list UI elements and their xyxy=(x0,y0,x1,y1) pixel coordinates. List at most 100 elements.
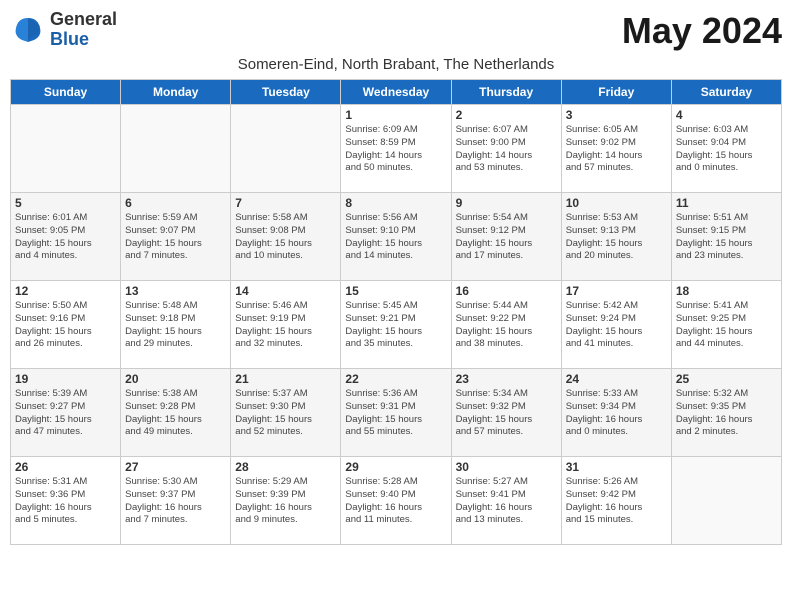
calendar-table: SundayMondayTuesdayWednesdayThursdayFrid… xyxy=(10,79,782,545)
day-number: 22 xyxy=(345,372,446,386)
calendar-day-cell: 10 Sunrise: 5:53 AM Sunset: 9:13 PM Dayli… xyxy=(561,193,671,281)
day-number: 12 xyxy=(15,284,116,298)
day-number: 10 xyxy=(566,196,667,210)
calendar-day-header: Saturday xyxy=(671,80,781,105)
day-number: 23 xyxy=(456,372,557,386)
day-info: Sunrise: 5:27 AM Sunset: 9:41 PM Dayligh… xyxy=(456,476,557,527)
day-number: 17 xyxy=(566,284,667,298)
calendar-day-cell: 28 Sunrise: 5:29 AM Sunset: 9:39 PM Dayli… xyxy=(231,457,341,545)
day-number: 14 xyxy=(235,284,336,298)
calendar-day-cell: 31 Sunrise: 5:26 AM Sunset: 9:42 PM Dayli… xyxy=(561,457,671,545)
calendar-day-cell: 27 Sunrise: 5:30 AM Sunset: 9:37 PM Dayli… xyxy=(121,457,231,545)
calendar-day-cell: 18Sunrise: 5:41 AM Sunset: 9:25 PM Dayli… xyxy=(671,281,781,369)
calendar-day-cell: 7 Sunrise: 5:58 AM Sunset: 9:08 PM Daylig… xyxy=(231,193,341,281)
day-number: 16 xyxy=(456,284,557,298)
day-number: 21 xyxy=(235,372,336,386)
calendar-day-cell: 12Sunrise: 5:50 AM Sunset: 9:16 PM Dayli… xyxy=(11,281,121,369)
day-number: 25 xyxy=(676,372,777,386)
calendar-day-cell: 22 Sunrise: 5:36 AM Sunset: 9:31 PM Dayli… xyxy=(341,369,451,457)
day-number: 2 xyxy=(456,108,557,122)
day-number: 24 xyxy=(566,372,667,386)
day-info: Sunrise: 5:46 AM Sunset: 9:19 PM Dayligh… xyxy=(235,300,336,351)
month-title: May 2024 xyxy=(622,10,782,52)
day-number: 27 xyxy=(125,460,226,474)
day-info: Sunrise: 5:38 AM Sunset: 9:28 PM Dayligh… xyxy=(125,388,226,439)
day-info: Sunrise: 5:29 AM Sunset: 9:39 PM Dayligh… xyxy=(235,476,336,527)
day-info: Sunrise: 5:30 AM Sunset: 9:37 PM Dayligh… xyxy=(125,476,226,527)
day-number: 28 xyxy=(235,460,336,474)
day-number: 30 xyxy=(456,460,557,474)
calendar-week-row: 12Sunrise: 5:50 AM Sunset: 9:16 PM Dayli… xyxy=(11,281,782,369)
day-number: 15 xyxy=(345,284,446,298)
calendar-day-cell: 1 Sunrise: 6:09 AM Sunset: 8:59 PM Daylig… xyxy=(341,105,451,193)
day-number: 29 xyxy=(345,460,446,474)
calendar-day-cell xyxy=(671,457,781,545)
calendar-day-cell: 11Sunrise: 5:51 AM Sunset: 9:15 PM Dayli… xyxy=(671,193,781,281)
day-info: Sunrise: 5:31 AM Sunset: 9:36 PM Dayligh… xyxy=(15,476,116,527)
day-info: Sunrise: 5:44 AM Sunset: 9:22 PM Dayligh… xyxy=(456,300,557,351)
calendar-week-row: 1 Sunrise: 6:09 AM Sunset: 8:59 PM Daylig… xyxy=(11,105,782,193)
calendar-day-cell xyxy=(231,105,341,193)
day-info: Sunrise: 5:37 AM Sunset: 9:30 PM Dayligh… xyxy=(235,388,336,439)
calendar-day-cell: 19 Sunrise: 5:39 AM Sunset: 9:27 PM Dayli… xyxy=(11,369,121,457)
day-number: 20 xyxy=(125,372,226,386)
calendar-day-cell: 20 Sunrise: 5:38 AM Sunset: 9:28 PM Dayli… xyxy=(121,369,231,457)
day-info: Sunrise: 6:03 AM Sunset: 9:04 PM Dayligh… xyxy=(676,124,777,175)
day-info: Sunrise: 5:45 AM Sunset: 9:21 PM Dayligh… xyxy=(345,300,446,351)
logo-general-text: General xyxy=(50,9,117,29)
day-number: 8 xyxy=(345,196,446,210)
logo: General Blue xyxy=(10,10,117,50)
logo-blue-text: Blue xyxy=(50,29,89,49)
day-info: Sunrise: 5:34 AM Sunset: 9:32 PM Dayligh… xyxy=(456,388,557,439)
calendar-day-cell: 29 Sunrise: 5:28 AM Sunset: 9:40 PM Dayli… xyxy=(341,457,451,545)
calendar-week-row: 5Sunrise: 6:01 AM Sunset: 9:05 PM Daylig… xyxy=(11,193,782,281)
header-top: General Blue May 2024 xyxy=(10,10,782,52)
day-info: Sunrise: 5:42 AM Sunset: 9:24 PM Dayligh… xyxy=(566,300,667,351)
calendar-day-cell: 30 Sunrise: 5:27 AM Sunset: 9:41 PM Dayli… xyxy=(451,457,561,545)
calendar-day-cell xyxy=(121,105,231,193)
day-info: Sunrise: 5:26 AM Sunset: 9:42 PM Dayligh… xyxy=(566,476,667,527)
day-info: Sunrise: 5:33 AM Sunset: 9:34 PM Dayligh… xyxy=(566,388,667,439)
day-number: 4 xyxy=(676,108,777,122)
calendar-week-row: 19 Sunrise: 5:39 AM Sunset: 9:27 PM Dayli… xyxy=(11,369,782,457)
day-number: 5 xyxy=(15,196,116,210)
calendar-day-header: Thursday xyxy=(451,80,561,105)
day-info: Sunrise: 5:59 AM Sunset: 9:07 PM Dayligh… xyxy=(125,212,226,263)
calendar-day-cell: 9Sunrise: 5:54 AM Sunset: 9:12 PM Daylig… xyxy=(451,193,561,281)
day-info: Sunrise: 5:39 AM Sunset: 9:27 PM Dayligh… xyxy=(15,388,116,439)
calendar-day-cell: 14 Sunrise: 5:46 AM Sunset: 9:19 PM Dayli… xyxy=(231,281,341,369)
calendar-day-cell: 26Sunrise: 5:31 AM Sunset: 9:36 PM Dayli… xyxy=(11,457,121,545)
calendar-day-cell: 8 Sunrise: 5:56 AM Sunset: 9:10 PM Daylig… xyxy=(341,193,451,281)
calendar-day-cell: 24 Sunrise: 5:33 AM Sunset: 9:34 PM Dayli… xyxy=(561,369,671,457)
calendar-day-cell: 6 Sunrise: 5:59 AM Sunset: 9:07 PM Daylig… xyxy=(121,193,231,281)
day-info: Sunrise: 5:32 AM Sunset: 9:35 PM Dayligh… xyxy=(676,388,777,439)
day-number: 11 xyxy=(676,196,777,210)
calendar-day-header: Monday xyxy=(121,80,231,105)
calendar-day-cell: 5Sunrise: 6:01 AM Sunset: 9:05 PM Daylig… xyxy=(11,193,121,281)
day-info: Sunrise: 5:41 AM Sunset: 9:25 PM Dayligh… xyxy=(676,300,777,351)
day-info: Sunrise: 5:36 AM Sunset: 9:31 PM Dayligh… xyxy=(345,388,446,439)
day-info: Sunrise: 5:53 AM Sunset: 9:13 PM Dayligh… xyxy=(566,212,667,263)
day-info: Sunrise: 6:07 AM Sunset: 9:00 PM Dayligh… xyxy=(456,124,557,175)
day-number: 3 xyxy=(566,108,667,122)
day-number: 19 xyxy=(15,372,116,386)
calendar-day-cell: 16 Sunrise: 5:44 AM Sunset: 9:22 PM Dayli… xyxy=(451,281,561,369)
day-info: Sunrise: 6:09 AM Sunset: 8:59 PM Dayligh… xyxy=(345,124,446,175)
calendar-day-cell: 15 Sunrise: 5:45 AM Sunset: 9:21 PM Dayli… xyxy=(341,281,451,369)
calendar-day-cell: 17 Sunrise: 5:42 AM Sunset: 9:24 PM Dayli… xyxy=(561,281,671,369)
day-info: Sunrise: 5:58 AM Sunset: 9:08 PM Dayligh… xyxy=(235,212,336,263)
day-number: 6 xyxy=(125,196,226,210)
day-number: 7 xyxy=(235,196,336,210)
calendar-day-cell: 21 Sunrise: 5:37 AM Sunset: 9:30 PM Dayli… xyxy=(231,369,341,457)
calendar-day-cell xyxy=(11,105,121,193)
calendar-day-header: Sunday xyxy=(11,80,121,105)
day-number: 31 xyxy=(566,460,667,474)
calendar-day-cell: 2 Sunrise: 6:07 AM Sunset: 9:00 PM Daylig… xyxy=(451,105,561,193)
day-info: Sunrise: 5:28 AM Sunset: 9:40 PM Dayligh… xyxy=(345,476,446,527)
day-number: 1 xyxy=(345,108,446,122)
calendar-day-header: Wednesday xyxy=(341,80,451,105)
day-info: Sunrise: 5:54 AM Sunset: 9:12 PM Dayligh… xyxy=(456,212,557,263)
calendar-day-cell: 13Sunrise: 5:48 AM Sunset: 9:18 PM Dayli… xyxy=(121,281,231,369)
calendar-day-header: Tuesday xyxy=(231,80,341,105)
day-info: Sunrise: 5:56 AM Sunset: 9:10 PM Dayligh… xyxy=(345,212,446,263)
